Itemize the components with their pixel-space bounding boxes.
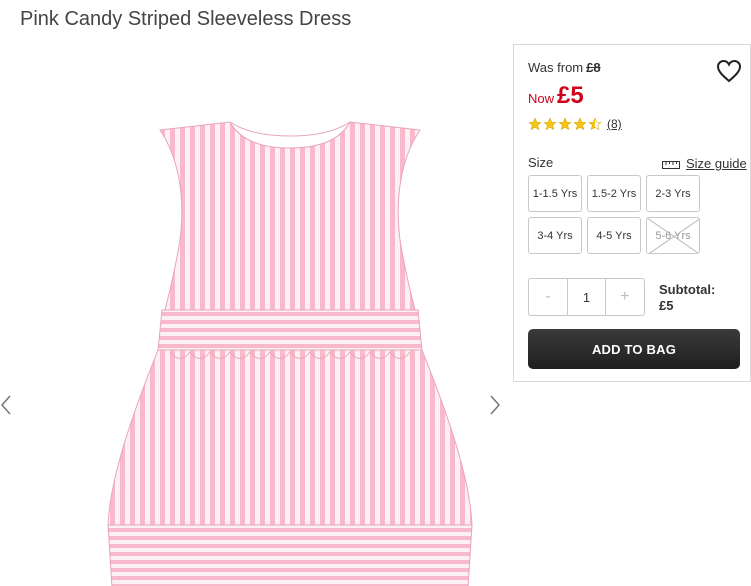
subtotal-label: Subtotal: — [659, 282, 716, 297]
star-icon — [528, 117, 542, 131]
now-label: Now — [528, 91, 555, 106]
size-guide-label: Size guide — [686, 156, 747, 171]
size-guide-link[interactable]: Size guide — [662, 156, 747, 171]
ruler-icon — [662, 160, 680, 169]
rating: (8) — [528, 117, 622, 131]
quantity-value[interactable]: 1 — [567, 279, 606, 315]
size-options: 1-1.5 Yrs 1.5-2 Yrs 2-3 Yrs 3-4 Yrs 4-5 … — [528, 175, 704, 254]
product-image-gallery — [0, 44, 510, 586]
size-option-unavailable[interactable]: 5-6 Yrs — [646, 217, 700, 254]
star-icon — [573, 117, 587, 131]
now-value: £5 — [557, 82, 584, 109]
subtotal: Subtotal: £5 — [659, 282, 715, 314]
chevron-right-icon[interactable] — [488, 394, 502, 416]
star-rating — [528, 117, 602, 131]
size-option[interactable]: 1.5-2 Yrs — [587, 175, 641, 212]
size-option[interactable]: 2-3 Yrs — [646, 175, 700, 212]
now-price: Now £5 — [528, 82, 584, 110]
product-image — [107, 121, 473, 586]
was-price: Was from £8 — [528, 60, 601, 75]
product-title: Pink Candy Striped Sleeveless Dress — [20, 8, 352, 30]
star-icon — [543, 117, 557, 131]
quantity-stepper: - 1 + — [528, 278, 645, 316]
review-count-link[interactable]: (8) — [607, 117, 622, 131]
size-label: Size — [528, 155, 554, 170]
quantity-decrease-button[interactable]: - — [529, 279, 567, 315]
chevron-left-icon[interactable] — [0, 394, 14, 416]
size-option[interactable]: 1-1.5 Yrs — [528, 175, 582, 212]
purchase-panel: Was from £8 Now £5 (8) Size Size guide 1… — [513, 44, 751, 382]
quantity-increase-button[interactable]: + — [606, 279, 644, 315]
star-icon — [558, 117, 572, 131]
half-star-icon — [588, 117, 602, 131]
size-option[interactable]: 3-4 Yrs — [528, 217, 582, 254]
add-to-bag-button[interactable]: ADD TO BAG — [528, 329, 740, 369]
unavailable-cross-icon — [647, 218, 699, 253]
size-option[interactable]: 4-5 Yrs — [587, 217, 641, 254]
subtotal-value: £5 — [659, 298, 674, 313]
was-label: Was from — [528, 60, 584, 75]
was-value: £8 — [586, 60, 601, 75]
heart-outline-icon[interactable] — [716, 59, 742, 83]
